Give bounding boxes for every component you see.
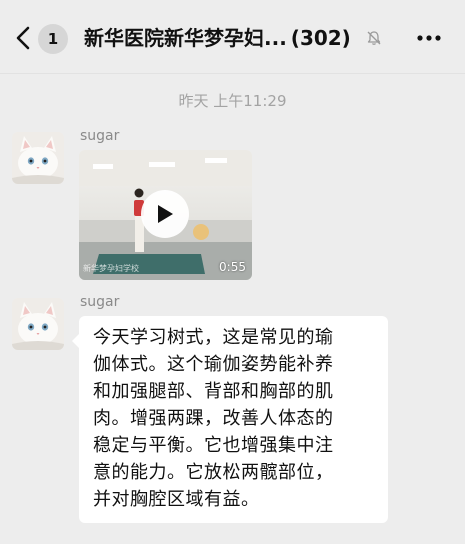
sender-name: sugar <box>80 128 120 144</box>
message-text-line: 今天学习树式，这是常见的瑜 <box>93 327 334 348</box>
message-text-line: 和加强腿部、背部和胸部的肌 <box>93 381 334 402</box>
chat-title[interactable]: 新华医院新华梦孕妇... (302) <box>84 23 364 53</box>
chat-header: 1 新华医院新华梦孕妇... (302) <box>0 0 465 74</box>
text-message-bubble[interactable]: 今天学习树式，这是常见的瑜 伽体式。这个瑜伽姿势能补养 和加强腿部、背部和胸部的… <box>72 316 388 523</box>
avatar[interactable] <box>12 298 64 350</box>
message-text-line: 肉。增强两踝，改善人体态的 <box>93 408 334 429</box>
chevron-left-icon[interactable] <box>14 26 32 50</box>
unread-count-badge[interactable]: 1 <box>38 24 68 54</box>
message-text-line: 意的能力。它放松两髋部位， <box>93 462 334 483</box>
group-name: 新华医院新华梦孕妇... <box>84 26 287 50</box>
sender-name: sugar <box>80 294 120 310</box>
play-icon <box>158 205 173 223</box>
play-button[interactable] <box>141 190 189 238</box>
cat-avatar-icon <box>12 298 64 350</box>
bell-muted-icon <box>367 31 381 45</box>
avatar[interactable] <box>12 132 64 184</box>
member-count: (302) <box>290 26 351 50</box>
cat-avatar-icon <box>12 132 64 184</box>
message-text-line: 并对胸腔区域有益。 <box>93 489 260 510</box>
more-horizontal-icon[interactable] <box>416 28 442 48</box>
video-duration: 0:55 <box>219 260 246 274</box>
message-text-line: 伽体式。这个瑜伽姿势能补养 <box>93 354 334 375</box>
message-text-line: 稳定与平衡。它也增强集中注 <box>93 435 334 456</box>
video-message[interactable]: 新华梦孕妇学校 0:55 <box>79 150 252 280</box>
message-timestamp: 昨天 上午11:29 <box>178 92 287 110</box>
video-watermark: 新华梦孕妇学校 <box>83 264 139 273</box>
